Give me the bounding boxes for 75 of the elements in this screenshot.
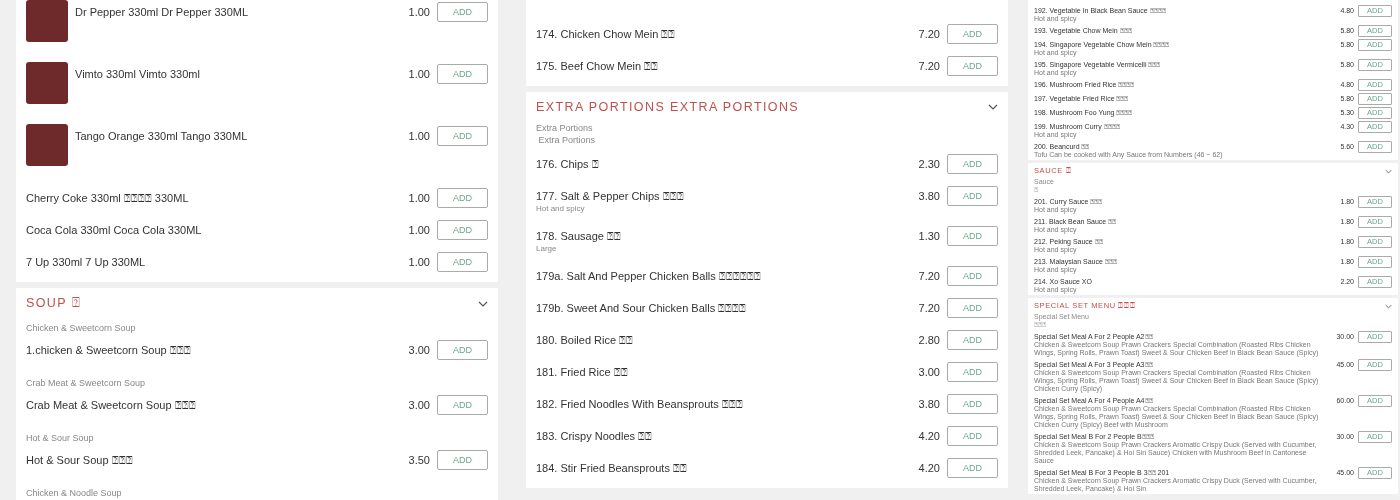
item-name: 174. Chicken Chow Mein ⍰⍰	[536, 27, 677, 41]
add-button[interactable]: ADD	[437, 64, 488, 84]
item-name: 7 Up 330ml 7 Up 330ML	[26, 255, 147, 269]
item-name: 179b. Sweet And Sour Chicken Balls ⍰⍰⍰⍰	[536, 301, 748, 315]
add-button[interactable]: ADD	[437, 450, 488, 470]
add-button[interactable]: ADD	[947, 56, 998, 76]
item-price: 3.50	[407, 453, 430, 467]
add-button[interactable]: ADD	[947, 298, 998, 318]
subcategory-label: Chicken & Noodle Soup	[25, 487, 123, 500]
item-price: 2.80	[917, 333, 940, 347]
chevron-down-icon[interactable]	[988, 104, 998, 110]
add-button[interactable]: ADD	[437, 395, 488, 415]
item-name: Crab Meat & Sweetcorn Soup ⍰⍰⍰	[26, 398, 197, 412]
item-name: Coca Cola 330ml Coca Cola 330ML	[26, 223, 203, 237]
item-price: 1.00	[407, 223, 430, 237]
add-button[interactable]: ADD	[437, 340, 488, 360]
add-button[interactable]: ADD	[437, 252, 488, 272]
section-description: Extra Portions	[535, 122, 594, 134]
add-button[interactable]: ADD	[437, 126, 488, 146]
item-price: 3.80	[917, 397, 940, 411]
item-price: 1.00	[407, 255, 430, 269]
subcategory-label: Chicken & Sweetcorn Soup	[25, 322, 137, 335]
item-price: 1.00	[407, 5, 430, 19]
item-price: 1.00	[407, 67, 430, 81]
item-price: 3.00	[407, 343, 430, 357]
add-button[interactable]: ADD	[947, 394, 998, 414]
item-name: 176. Chips ⍰	[536, 157, 600, 171]
item-price: 7.20	[917, 59, 940, 73]
item-price: 3.80	[917, 189, 940, 203]
item-price: 7.20	[917, 269, 940, 283]
item-price: 4.20	[917, 461, 940, 475]
item-name: 184. Stir Fried Beansprouts ⍰⍰	[536, 461, 688, 475]
item-price: 7.20	[917, 27, 940, 41]
item-price: 3.00	[917, 365, 940, 379]
item-description: Hot and spicy	[536, 203, 586, 214]
item-name: 180. Boiled Rice ⍰⍰	[536, 333, 635, 347]
item-name: Cherry Coke 330ml ⍰⍰⍰⍰ 330ML	[26, 191, 190, 205]
add-button[interactable]: ADD	[947, 426, 998, 446]
add-button[interactable]: ADD	[437, 188, 488, 208]
chevron-down-icon[interactable]	[478, 300, 488, 307]
item-price: 1.30	[917, 229, 940, 243]
item-price: 1.00	[407, 129, 430, 143]
add-button[interactable]: ADD	[947, 362, 998, 382]
item-name: Hot & Sour Soup ⍰⍰⍰	[26, 453, 134, 467]
add-button[interactable]: ADD	[437, 2, 488, 22]
add-button[interactable]: ADD	[947, 24, 998, 44]
item-name: Dr Pepper 330ml Dr Pepper 330ML	[75, 5, 250, 19]
add-button[interactable]: ADD	[947, 186, 998, 206]
item-description: Large	[536, 243, 558, 254]
subcategory-label: Hot & Sour Soup	[25, 432, 95, 445]
add-button[interactable]: ADD	[947, 458, 998, 478]
item-price: 3.00	[407, 398, 430, 412]
add-button[interactable]: ADD	[437, 220, 488, 240]
item-name: 183. Crispy Noodles ⍰⍰	[536, 429, 654, 443]
item-name: 177. Salt & Pepper Chips ⍰⍰⍰	[536, 189, 685, 203]
item-price: 4.20	[917, 429, 940, 443]
add-button[interactable]: ADD	[947, 330, 998, 350]
item-name: 179a. Salt And Pepper Chicken Balls ⍰⍰⍰⍰⍰⍰	[536, 269, 762, 283]
section-title: SOUP ⍰	[26, 296, 82, 311]
item-name: 175. Beef Chow Mein ⍰⍰	[536, 59, 660, 73]
item-price: 1.00	[407, 191, 430, 205]
subcategory-label: Crab Meat & Sweetcorn Soup	[25, 377, 147, 390]
item-price: 2.30	[917, 157, 940, 171]
item-name: 1.chicken & Sweetcorn Soup ⍰⍰⍰	[26, 343, 192, 357]
item-name: Tango Orange 330ml Tango 330ML	[75, 129, 249, 143]
add-button[interactable]: ADD	[947, 226, 998, 246]
item-name: 178. Sausage ⍰⍰	[536, 229, 622, 243]
item-name: 182. Fried Noodles With Beansprouts ⍰⍰⍰	[536, 397, 744, 411]
item-name: 181. Fried Rice ⍰⍰	[536, 365, 629, 379]
item-price: 7.20	[917, 301, 940, 315]
add-button[interactable]: ADD	[947, 266, 998, 286]
item-name: Vimto 330ml Vimto 330ml	[75, 67, 201, 81]
section-title: EXTRA PORTIONS EXTRA PORTIONS	[536, 100, 800, 114]
section-description: Extra Portions	[537, 134, 597, 146]
add-button[interactable]: ADD	[947, 154, 998, 174]
